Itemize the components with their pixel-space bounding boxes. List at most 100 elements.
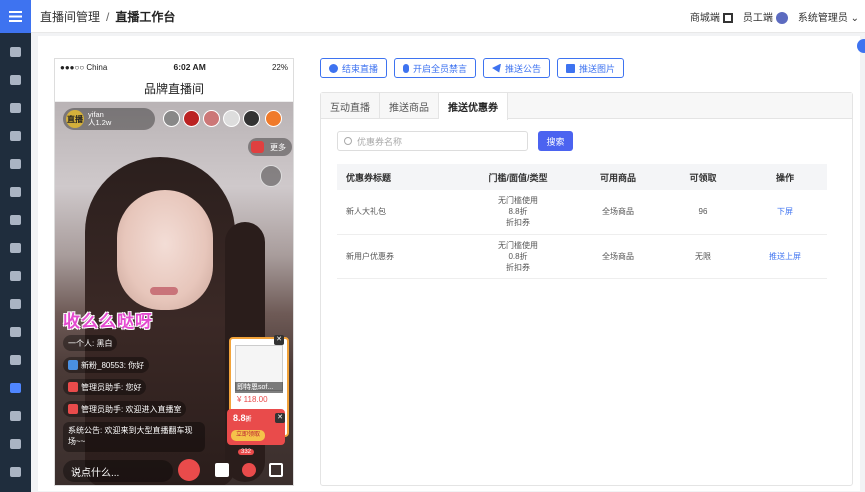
stop-icon <box>329 63 338 73</box>
share-icon[interactable] <box>269 463 283 477</box>
chat-text: 管理员助手: 欢迎进入直播室 <box>81 404 182 414</box>
chat-text: 管理员助手: 您好 <box>81 382 142 392</box>
coupon-goods: 全场商品 <box>573 190 663 235</box>
sidebar <box>0 0 31 492</box>
coupon-table: 优惠券标题 门槛/面值/类型 可用商品 可领取 操作 新人大礼包 无门槛使用 8.… <box>337 164 827 279</box>
chat-message: 管理员助手: 欢迎进入直播室 <box>63 401 187 417</box>
sidebar-item-layers[interactable] <box>0 38 31 66</box>
coupon-type: 折扣券 <box>506 218 530 228</box>
coupon-icon[interactable] <box>215 463 229 477</box>
breadcrumb-item-live-room[interactable]: 直播间管理 <box>40 10 100 24</box>
tab-push-coupons[interactable]: 推送优惠券 <box>439 93 508 120</box>
heart-count-badge: 332 <box>238 449 255 455</box>
viewer-avatar[interactable] <box>203 110 220 127</box>
sidebar-item-network[interactable] <box>0 262 31 290</box>
sidebar-item-box[interactable] <box>0 122 31 150</box>
clock-text: 6:02 AM <box>173 62 206 72</box>
more-label: 更多 <box>270 142 286 152</box>
tab-bar: 互动直播 推送商品 推送优惠券 <box>321 93 852 120</box>
network-icon <box>10 271 21 281</box>
coupon-action-link[interactable]: 推送上屏 <box>769 252 801 261</box>
column-header: 操作 <box>743 164 827 190</box>
column-header: 门槛/面值/类型 <box>463 164 573 190</box>
chat-text: 一个人: 黑白 <box>68 338 113 348</box>
viewer-avatar[interactable] <box>183 110 200 127</box>
sidebar-item-book[interactable] <box>0 94 31 122</box>
coupon-search-input[interactable]: 优惠券名称 <box>337 131 528 151</box>
coupon-goods: 全场商品 <box>573 234 663 279</box>
close-icon[interactable]: ✕ <box>275 413 285 423</box>
end-live-button[interactable]: 结束直播 <box>320 58 388 78</box>
column-header: 优惠券标题 <box>337 164 463 190</box>
coupon-terms: 无门槛使用 8.8折 折扣券 <box>463 190 573 235</box>
mall-entry[interactable]: 商城端 <box>690 9 733 24</box>
battery-text: 22% <box>271 62 288 72</box>
group-icon <box>10 243 21 253</box>
sidebar-item-flower[interactable] <box>0 430 31 458</box>
shop-icon[interactable] <box>260 165 282 187</box>
sidebar-item-basket[interactable] <box>0 66 31 94</box>
push-notice-button[interactable]: 推送公告 <box>483 58 551 78</box>
phone-bottom-bar: 说点什么... 332 <box>55 449 293 485</box>
more-button[interactable]: 更多 <box>248 138 292 156</box>
coupon-terms: 无门槛使用 0.8折 折扣券 <box>463 234 573 279</box>
viewer-count-avatar[interactable] <box>265 110 282 127</box>
search-placeholder: 优惠券名称 <box>357 136 403 147</box>
viewer-avatar[interactable] <box>243 110 260 127</box>
push-image-button[interactable]: 推送图片 <box>557 58 625 78</box>
tab-push-goods[interactable]: 推送商品 <box>380 93 439 119</box>
close-icon[interactable]: ✕ <box>274 335 284 345</box>
coupon-action-link[interactable]: 下屏 <box>777 207 793 216</box>
claim-coupon-button[interactable]: 立即领取 <box>231 430 265 441</box>
sidebar-item-live[interactable] <box>0 374 31 402</box>
sidebar-item-user[interactable] <box>0 178 31 206</box>
push-notice-label: 推送公告 <box>505 63 542 74</box>
admin-badge-icon <box>68 382 78 392</box>
system-notice: 系统公告: 欢迎来到大型直播翻车现场~~ <box>63 422 205 452</box>
chevron-down-icon: ⌄ <box>850 13 859 24</box>
chat-text: 新粉_80553: 你好 <box>81 360 145 370</box>
coupon-title: 新人大礼包 <box>337 190 463 235</box>
carrier-text: ●●●○○ China <box>60 62 108 72</box>
heart-icon[interactable] <box>242 463 256 477</box>
overlay-caption: 收么么哒呀 <box>63 312 153 331</box>
sidebar-item-image[interactable] <box>0 346 31 374</box>
sidebar-item-shield[interactable] <box>0 290 31 318</box>
viewer-avatar[interactable] <box>223 110 240 127</box>
live-video: 直播 yifan 人1.2w 更多 收么么哒呀 一个人: 黑白 新粉_80553:… <box>55 102 293 485</box>
viewer-avatar[interactable] <box>163 110 180 127</box>
sidebar-item-user-settings[interactable] <box>0 402 31 430</box>
product-name: 即特恩sof... <box>235 382 283 393</box>
floating-assistant-icon[interactable] <box>857 39 865 53</box>
sidebar-item-user-add[interactable] <box>0 206 31 234</box>
chat-input[interactable]: 说点什么... <box>63 460 173 482</box>
top-header: 直播间管理 / 直播工作台 商城端 员工端 系统管理员 ⌄ <box>31 0 865 33</box>
chat-message: 管理员助手: 您好 <box>63 379 147 395</box>
push-image-label: 推送图片 <box>579 63 616 74</box>
mute-all-button[interactable]: 开启全员禁言 <box>394 58 477 78</box>
column-header: 可用商品 <box>573 164 663 190</box>
layers-icon <box>10 47 21 57</box>
phone-preview: ●●●○○ China 6:02 AM 22% 品牌直播间 直播 yifan 人1… <box>54 58 294 486</box>
search-button[interactable]: 搜索 <box>538 131 573 151</box>
table-header-row: 优惠券标题 门槛/面值/类型 可用商品 可领取 操作 <box>337 164 827 190</box>
host-viewers: 人1.2w <box>88 118 112 127</box>
host-info[interactable]: 直播 yifan 人1.2w <box>63 108 155 130</box>
sidebar-item-group[interactable] <box>0 234 31 262</box>
sidebar-item-settings[interactable] <box>0 458 31 486</box>
microphone-icon <box>403 63 410 73</box>
breadcrumb-item-workbench: 直播工作台 <box>115 9 176 24</box>
menu-toggle-button[interactable] <box>0 0 31 33</box>
sidebar-item-inbox[interactable] <box>0 318 31 346</box>
sidebar-item-document[interactable] <box>0 150 31 178</box>
tab-interactive-live[interactable]: 互动直播 <box>321 93 380 119</box>
cart-icon[interactable] <box>178 459 200 481</box>
staff-entry[interactable]: 员工端 <box>743 9 788 25</box>
video-camera-icon <box>10 383 21 393</box>
inbox-icon <box>10 327 21 337</box>
coupon-title: 新用户优惠券 <box>337 234 463 279</box>
breadcrumb: 直播间管理 / 直播工作台 <box>40 8 175 25</box>
user-menu[interactable]: 系统管理员 ⌄ <box>798 9 859 24</box>
video-icon <box>251 141 264 153</box>
coupon-threshold: 无门槛使用 <box>498 196 538 206</box>
